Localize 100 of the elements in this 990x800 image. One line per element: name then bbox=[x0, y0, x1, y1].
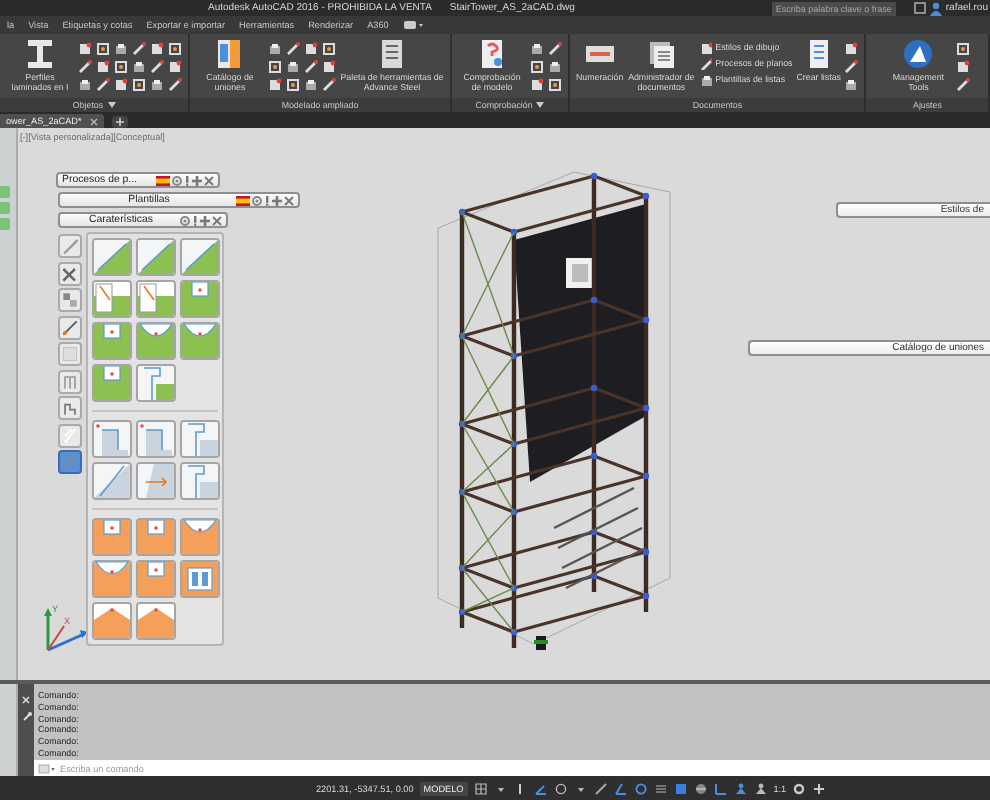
tool-icon[interactable] bbox=[844, 60, 859, 74]
tool-icon[interactable] bbox=[286, 78, 300, 92]
tool-tile[interactable] bbox=[180, 238, 220, 276]
tool-tile[interactable] bbox=[136, 364, 176, 402]
move-icon[interactable] bbox=[272, 195, 282, 205]
plus-icon[interactable] bbox=[812, 781, 827, 795]
palette-tool-button[interactable] bbox=[58, 288, 82, 312]
tool-icon[interactable] bbox=[114, 60, 128, 74]
globe-icon[interactable] bbox=[693, 781, 708, 795]
tool-tile[interactable] bbox=[136, 602, 176, 640]
rotate-icon[interactable] bbox=[633, 781, 648, 795]
tool-icon[interactable] bbox=[168, 42, 182, 56]
tool-tile[interactable] bbox=[180, 322, 220, 360]
close-icon[interactable] bbox=[212, 215, 222, 225]
tool-tile[interactable] bbox=[136, 280, 176, 318]
tool-icon[interactable] bbox=[530, 78, 544, 92]
gear-icon[interactable] bbox=[792, 781, 807, 795]
tool-tile[interactable] bbox=[92, 462, 132, 500]
tool-tile[interactable] bbox=[136, 518, 176, 556]
grid-icon[interactable] bbox=[473, 781, 488, 795]
tool-icon[interactable] bbox=[286, 42, 300, 56]
tool-icon[interactable] bbox=[150, 42, 164, 56]
circle-icon[interactable] bbox=[553, 781, 568, 795]
close-icon[interactable] bbox=[284, 195, 294, 205]
tool-tile[interactable] bbox=[92, 364, 132, 402]
angle-icon[interactable] bbox=[533, 781, 548, 795]
palette-tool-button[interactable] bbox=[58, 315, 82, 339]
tool-icon[interactable] bbox=[304, 78, 318, 92]
person-icon[interactable] bbox=[733, 781, 748, 795]
move-icon[interactable] bbox=[200, 215, 210, 225]
lines-icon[interactable] bbox=[653, 781, 668, 795]
tool-icon[interactable] bbox=[286, 60, 300, 74]
panel-toggle-icon[interactable] bbox=[403, 20, 424, 30]
tool-icon[interactable] bbox=[322, 60, 336, 74]
fullscreen-icon[interactable] bbox=[913, 2, 926, 14]
tool-icon[interactable] bbox=[530, 60, 544, 74]
tool-tile[interactable] bbox=[180, 560, 220, 598]
axes-icon[interactable] bbox=[713, 781, 728, 795]
tool-tile[interactable] bbox=[180, 462, 220, 500]
tool-icon[interactable] bbox=[114, 42, 128, 56]
tool-icon[interactable] bbox=[96, 78, 110, 92]
tool-tile[interactable] bbox=[136, 238, 176, 276]
move-icon[interactable] bbox=[192, 175, 202, 185]
tool-icon[interactable] bbox=[322, 78, 336, 92]
tool-icon[interactable] bbox=[168, 78, 182, 92]
caret-icon[interactable] bbox=[536, 102, 545, 108]
tool-tile[interactable] bbox=[180, 420, 220, 458]
caret-icon[interactable] bbox=[107, 102, 116, 108]
tool-icon[interactable] bbox=[268, 60, 282, 74]
tool-icon[interactable] bbox=[844, 78, 859, 92]
tool-icon[interactable] bbox=[78, 60, 92, 74]
tool-icon[interactable] bbox=[150, 60, 164, 74]
tool-tile[interactable] bbox=[180, 280, 220, 318]
tool-icon[interactable] bbox=[844, 42, 859, 56]
flag-icon[interactable] bbox=[236, 195, 250, 205]
user-icon[interactable] bbox=[929, 1, 942, 15]
tool-tile[interactable] bbox=[136, 420, 176, 458]
tool-tile[interactable] bbox=[180, 518, 220, 556]
tool-tile[interactable] bbox=[92, 602, 132, 640]
tool-icon[interactable] bbox=[548, 42, 562, 56]
pin-icon[interactable] bbox=[184, 175, 190, 185]
palette-tool-button[interactable] bbox=[58, 396, 82, 420]
pin-icon[interactable] bbox=[192, 215, 198, 225]
tool-icon[interactable] bbox=[548, 60, 562, 74]
close-icon[interactable] bbox=[204, 175, 214, 185]
tool-icon[interactable] bbox=[132, 42, 146, 56]
tool-tile[interactable] bbox=[136, 322, 176, 360]
tool-icon[interactable] bbox=[132, 60, 146, 74]
tool-icon[interactable] bbox=[304, 60, 318, 74]
tool-icon[interactable] bbox=[132, 78, 146, 92]
tool-icon[interactable] bbox=[78, 78, 92, 92]
tool-tile[interactable] bbox=[136, 462, 176, 500]
tool-tile[interactable] bbox=[136, 560, 176, 598]
angle-icon[interactable] bbox=[613, 781, 628, 795]
tool-icon[interactable] bbox=[304, 42, 318, 56]
tool-tile[interactable] bbox=[92, 238, 132, 276]
tool-icon[interactable] bbox=[150, 78, 164, 92]
tool-icon[interactable] bbox=[530, 42, 544, 56]
tool-icon[interactable] bbox=[168, 60, 182, 74]
tool-icon[interactable] bbox=[548, 78, 562, 92]
new-tab-button[interactable] bbox=[111, 116, 128, 128]
person-icon[interactable] bbox=[753, 781, 768, 795]
palette-tool-button[interactable] bbox=[58, 261, 82, 285]
command-menu-icon[interactable] bbox=[38, 763, 56, 773]
wrench-icon[interactable] bbox=[21, 712, 31, 722]
square-icon[interactable] bbox=[673, 781, 688, 795]
tool-tile[interactable] bbox=[92, 560, 132, 598]
slash-icon[interactable] bbox=[593, 781, 608, 795]
tool-tile[interactable] bbox=[92, 518, 132, 556]
tool-tile[interactable] bbox=[92, 322, 132, 360]
tool-icon[interactable] bbox=[96, 42, 110, 56]
flag-icon[interactable] bbox=[156, 175, 170, 185]
tool-icon[interactable] bbox=[268, 78, 282, 92]
pin-icon[interactable] bbox=[264, 195, 270, 205]
tool-tile[interactable] bbox=[92, 280, 132, 318]
close-icon[interactable] bbox=[89, 117, 98, 125]
tool-icon[interactable] bbox=[268, 42, 282, 56]
tool-icon[interactable] bbox=[114, 78, 128, 92]
tool-icon[interactable] bbox=[96, 60, 110, 74]
tool-icon[interactable] bbox=[322, 42, 336, 56]
